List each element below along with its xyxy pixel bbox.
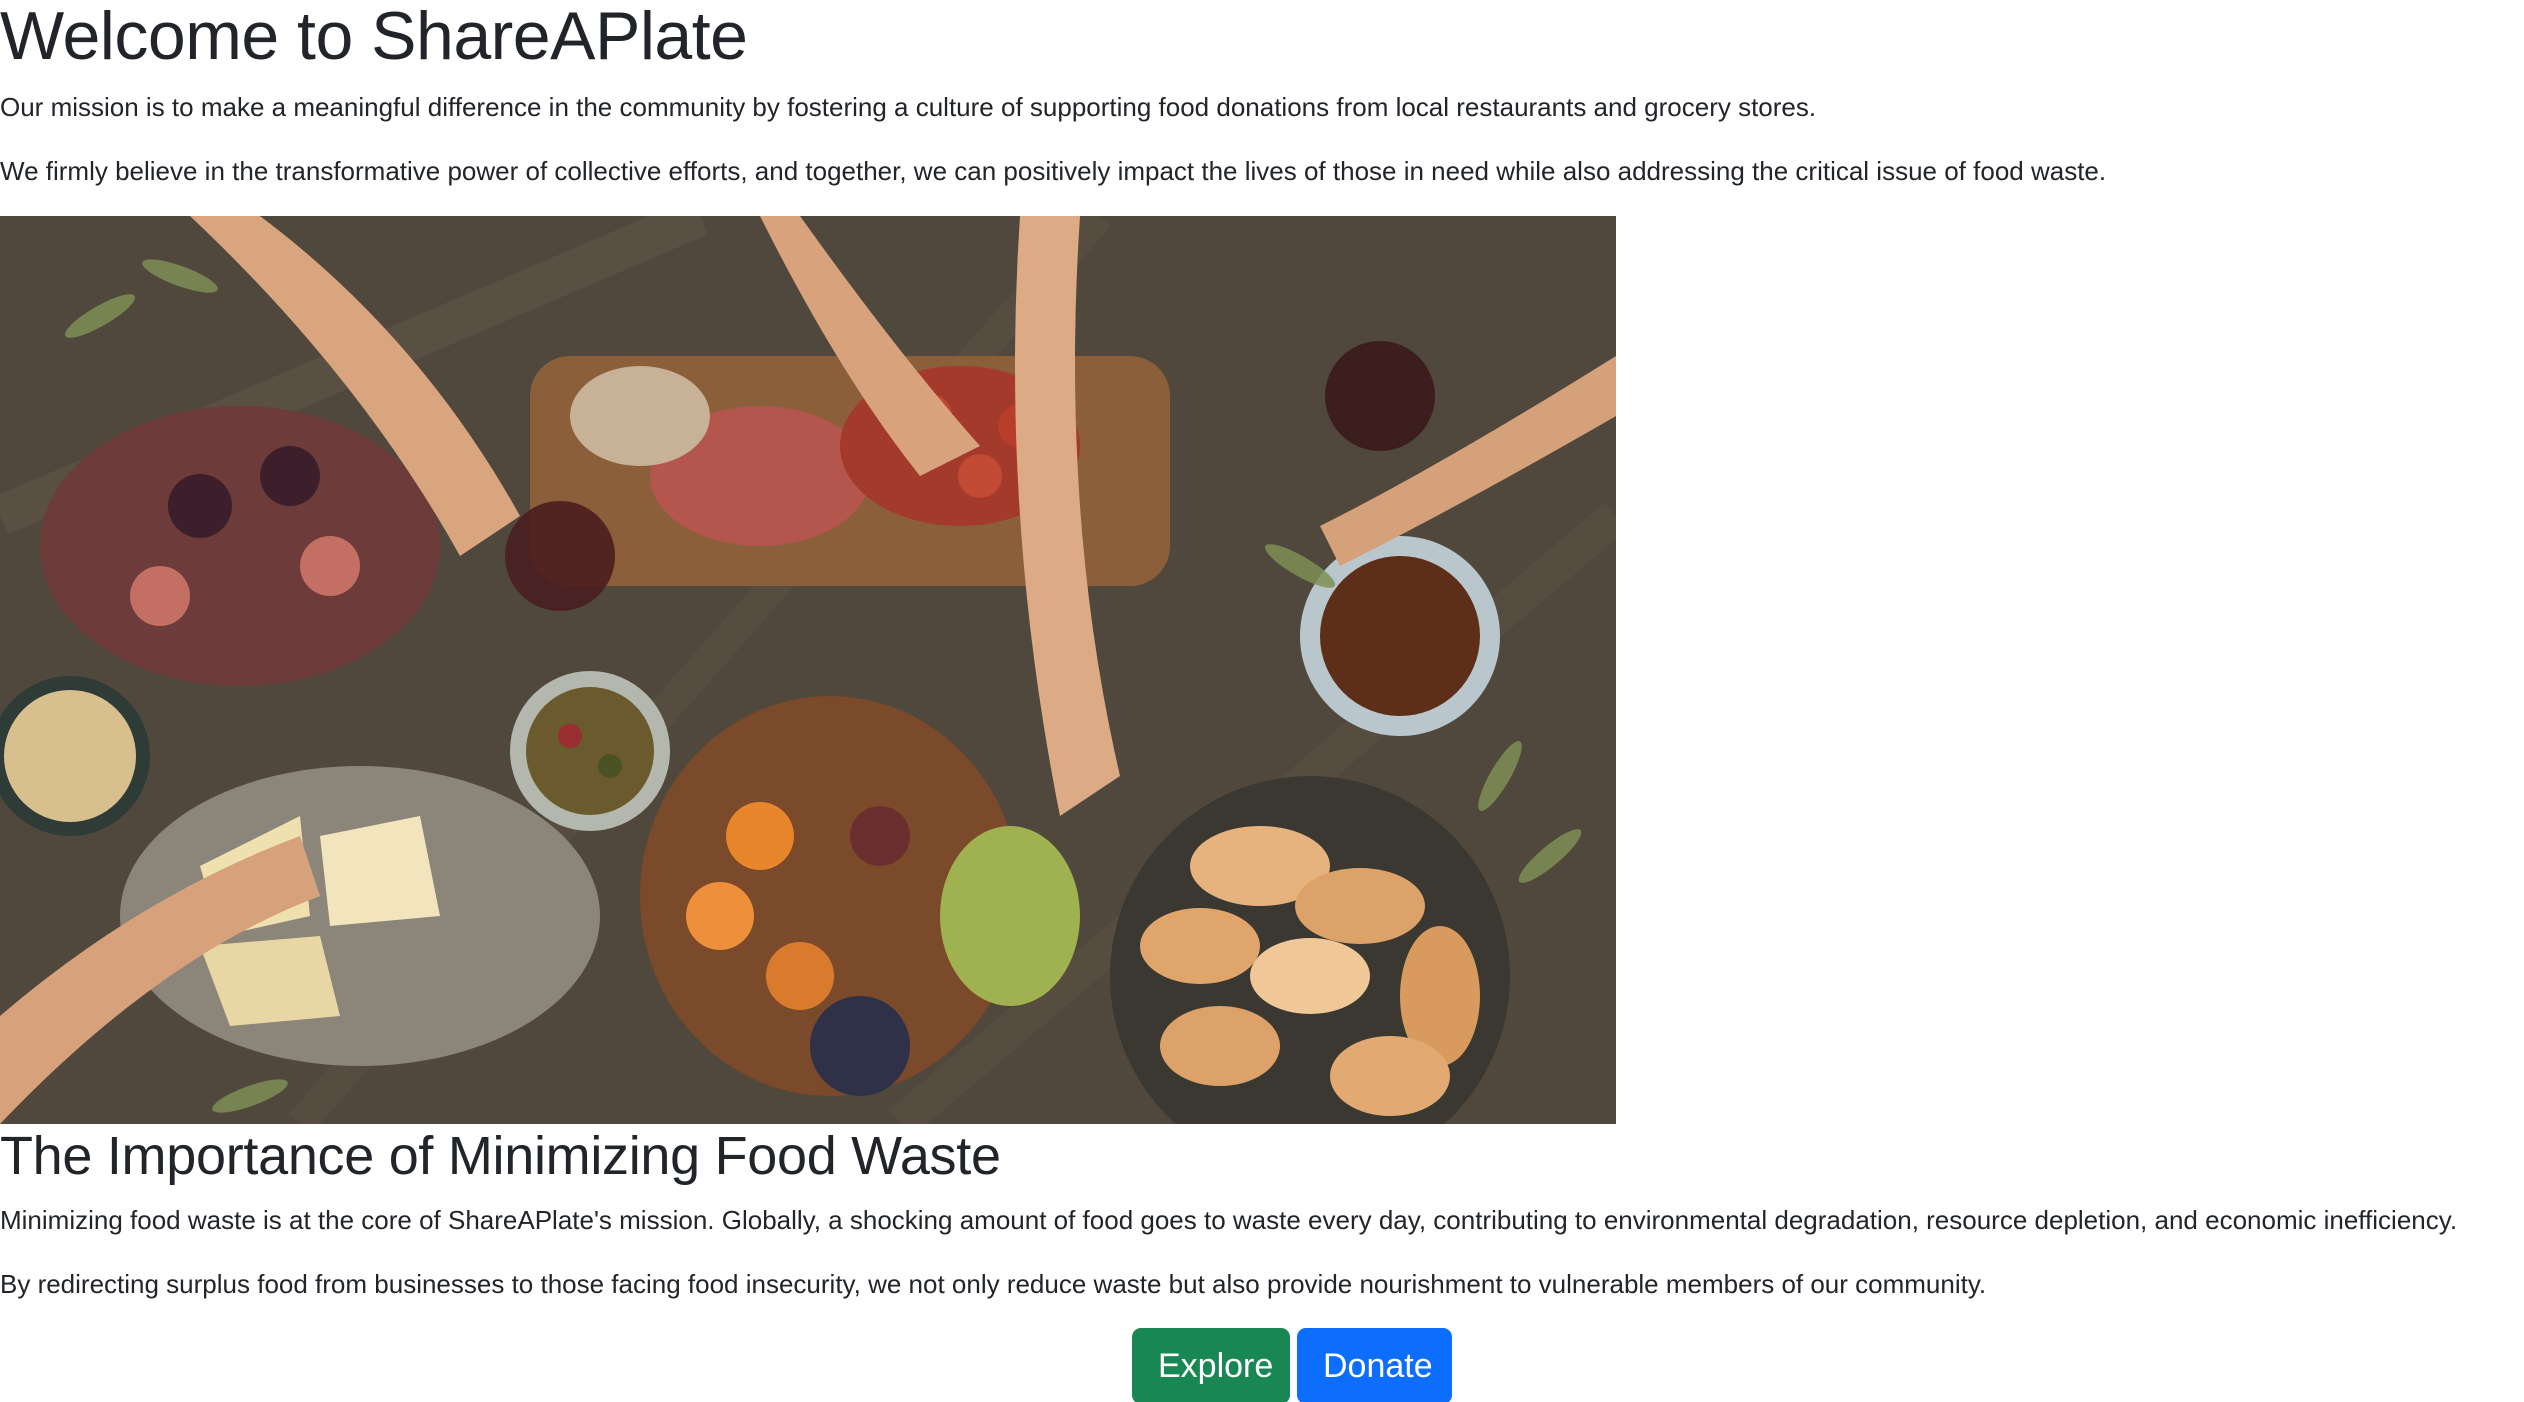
section-paragraph-1: Minimizing food waste is at the core of … [0,1205,2458,1235]
section-paragraph-2: By redirecting surplus food from busines… [0,1269,1987,1299]
belief-text: We firmly believe in the transformative … [0,156,2107,186]
action-buttons: Explore Donate [1132,1328,1452,1402]
page: Welcome to ShareAPlate Our mission is to… [0,0,2524,1402]
mission-text: Our mission is to make a meaningful diff… [0,92,1817,122]
donate-button[interactable]: Donate [1297,1328,1452,1402]
section-title: The Importance of Minimizing Food Waste [0,1126,1001,1186]
hero-image [0,216,1616,1124]
page-title: Welcome to ShareAPlate [0,0,748,74]
explore-button[interactable]: Explore [1132,1328,1290,1402]
